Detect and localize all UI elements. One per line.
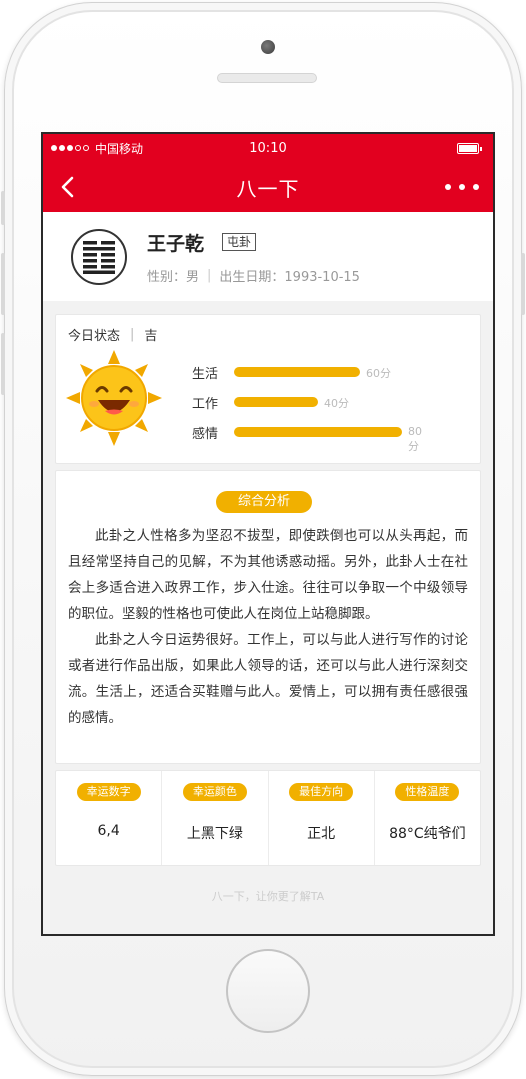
today-status-label: 今日状态 [68,329,121,344]
personality-temp-cell: 性格温度 88°C纯爷们 [375,771,480,865]
lucky-color-value: 上黑下绿 [186,826,243,842]
bar-label: 生活 [192,366,219,382]
battery-icon [457,143,482,154]
bar-label: 工作 [192,396,219,412]
more-options-button[interactable] [445,175,479,199]
bar-value: 40分 [324,397,349,410]
today-status-card: 今日状态 | 吉 生活 60分 工作 40分 感情 80分 [55,314,481,464]
status-row-life: 生活 60分 [192,357,406,387]
navigation-bar: 八一下 [43,162,493,212]
status-row-love: 感情 80分 [192,417,422,453]
separator: | [207,267,212,283]
phone-frame: 中国移动 10:10 八一下 王子乾 屯卦 性别：男 | 出生日期：1993-1… [1,2,525,1076]
lucky-color-cell: 幸运颜色 上黑下绿 [162,771,269,865]
more-dot-icon [473,184,479,190]
analysis-body: 此卦之人性格多为坚忍不拔型，即使跌倒也可以从头再起，而且经常坚持自己的见解，不为… [68,523,468,731]
page-title: 八一下 [236,176,300,201]
lucky-number-cell: 幸运数字 6,4 [56,771,163,865]
volume-up-button [1,253,5,315]
analysis-paragraph: 此卦之人今日运势很好。工作上，可以与此人进行写作的讨论或者进行作品出版，如果此人… [68,632,468,726]
earpiece-speaker [217,73,317,83]
profile-info: 王子乾 屯卦 性别：男 | 出生日期：1993-10-15 [147,229,360,285]
volume-down-button [1,333,5,395]
more-dot-icon [445,184,451,190]
personality-temp-tag: 性格温度 [395,783,460,801]
best-direction-tag: 最佳方向 [289,783,354,801]
power-button [521,253,525,315]
analysis-title-badge: 综合分析 [216,491,312,513]
smiling-sun-icon [66,350,162,446]
status-time: 10:10 [249,140,287,156]
analysis-card: 综合分析 此卦之人性格多为坚忍不拔型，即使跌倒也可以从头再起，而且经常坚持自己的… [55,470,481,764]
today-fortune: 吉 [144,329,158,344]
status-bar: 中国移动 10:10 [43,134,493,162]
footer-slogan: 八一下，让你更了解TA [211,890,325,903]
status-row-work: 工作 40分 [192,387,406,417]
more-dot-icon [459,184,465,190]
front-camera [261,40,275,54]
gua-badge: 屯卦 [222,233,257,251]
gender-text: 性别：男 [147,269,200,285]
chevron-left-icon [61,176,74,198]
lucky-info-card: 幸运数字 6,4 幸运颜色 上黑下绿 最佳方向 正北 性格温度 88°C纯爷们 [55,770,481,866]
bar-value: 60分 [366,367,391,380]
analysis-paragraph: 此卦之人性格多为坚忍不拔型，即使跌倒也可以从头再起，而且经常坚持自己的见解，不为… [68,528,468,622]
lucky-number-value: 6,4 [97,823,120,839]
progress-bar-life [234,367,360,377]
best-direction-cell: 最佳方向 正北 [269,771,375,865]
back-button[interactable] [55,174,79,200]
bar-label: 感情 [192,426,219,442]
progress-bar-love [234,427,402,437]
hexagram-icon [71,228,127,285]
personality-temp-value: 88°C纯爷们 [389,826,466,842]
status-bars: 生活 60分 工作 40分 感情 80分 [192,357,422,454]
lucky-number-tag: 幸运数字 [76,783,141,801]
profile-header: 王子乾 屯卦 性别：男 | 出生日期：1993-10-15 [43,212,493,301]
bar-value: 80分 [408,425,422,453]
person-name: 王子乾 [147,232,205,255]
best-direction-value: 正北 [307,826,336,842]
app-screen: 中国移动 10:10 八一下 王子乾 屯卦 性别：男 | 出生日期：1993-1… [41,132,495,936]
birth-date-text: 出生日期：1993-10-15 [219,269,360,285]
progress-bar-work [234,397,318,407]
lucky-color-tag: 幸运颜色 [182,783,247,801]
separator: | [130,327,135,342]
home-button[interactable] [226,949,310,1033]
mute-switch [1,191,5,225]
